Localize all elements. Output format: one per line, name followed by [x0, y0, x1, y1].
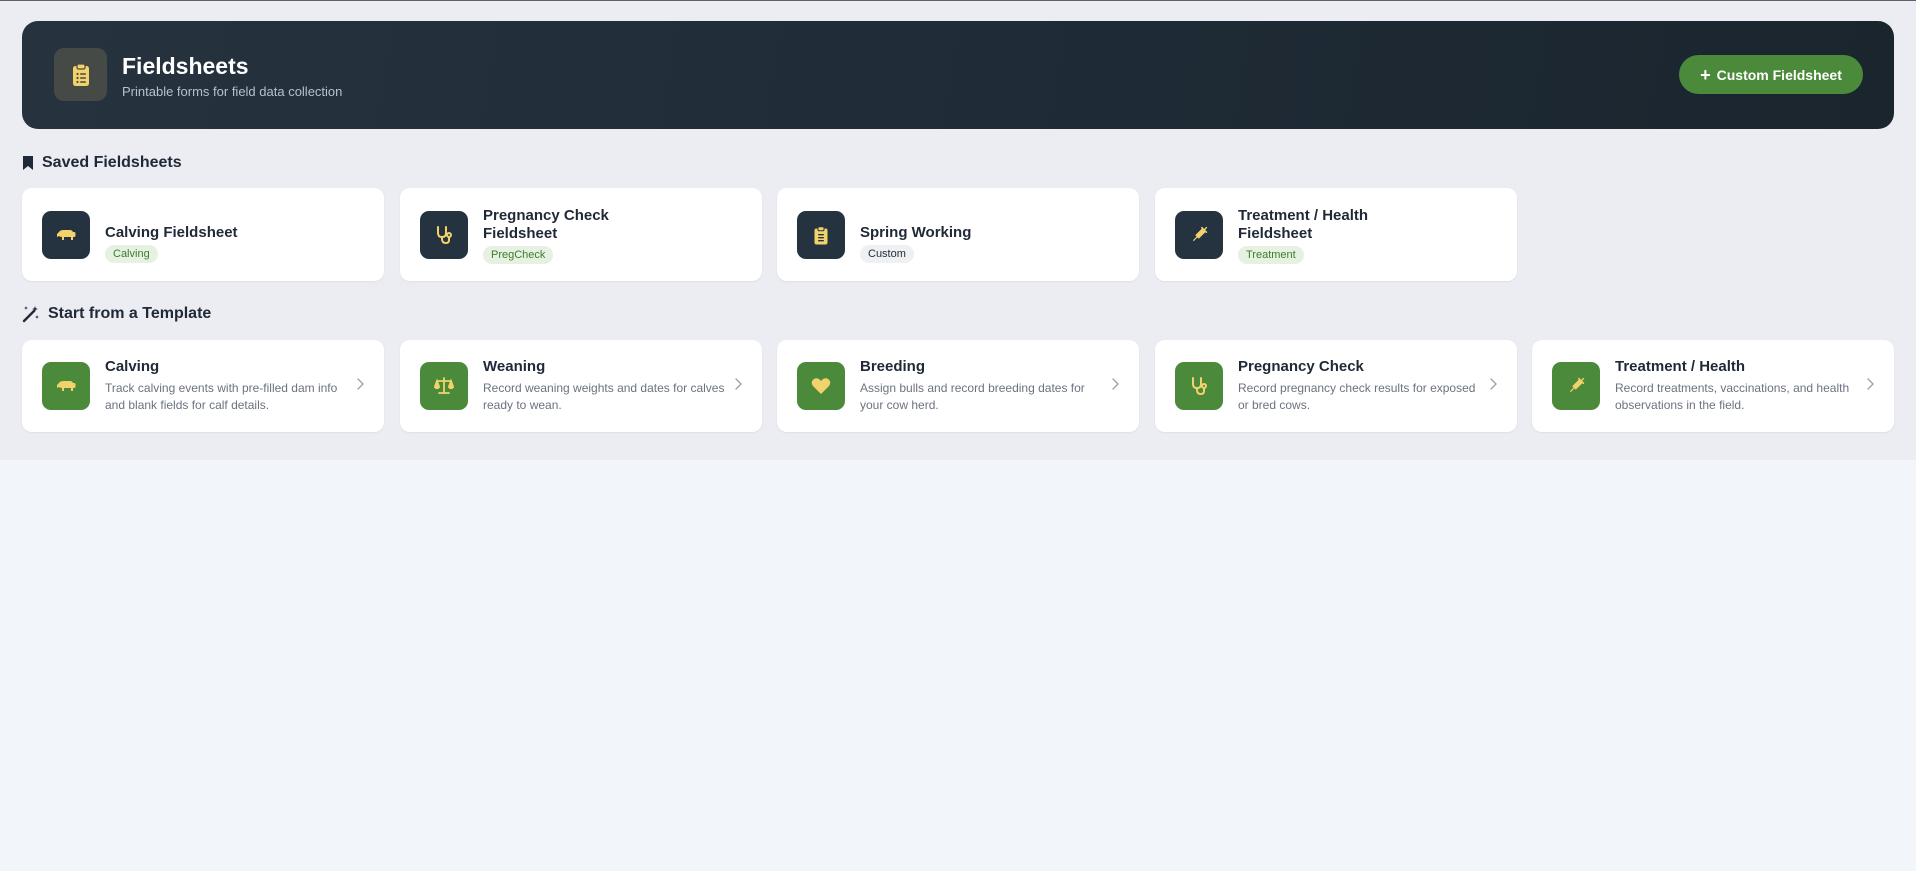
template-title: Weaning [483, 358, 546, 375]
stethoscope-icon [1175, 362, 1223, 410]
syringe-icon [1175, 211, 1223, 259]
title-line-1: Treatment / Health [1238, 207, 1369, 224]
template-title: Breeding [860, 358, 926, 375]
template-description: Assign bulls and record breeding dates f… [860, 381, 1085, 412]
clipboard-icon [797, 211, 845, 259]
template-description: Record treatments, vaccinations, and hea… [1615, 381, 1850, 412]
page-subtitle: Printable forms for field data collectio… [122, 84, 343, 99]
type-badge: Calving [105, 245, 158, 263]
template-description: Record weaning weights and dates for cal… [483, 381, 725, 412]
template-card-breeding[interactable]: Breeding Assign bulls and record breedin… [777, 340, 1139, 432]
template-card-pregcheck[interactable]: Pregnancy Check Record pregnancy check r… [1155, 340, 1517, 432]
custom-fieldsheet-button[interactable]: + Custom Fieldsheet [1679, 55, 1863, 94]
title-line-1: Pregnancy Check [483, 207, 609, 224]
saved-card-title: Spring Working [860, 224, 972, 241]
bookmark-icon [23, 156, 33, 170]
chevron-right-icon [1112, 378, 1119, 390]
cow-icon [42, 362, 90, 410]
template-description: Record pregnancy check results for expos… [1238, 381, 1476, 412]
stethoscope-icon [420, 211, 468, 259]
template-card-calving[interactable]: Calving Track calving events with pre-fi… [22, 340, 384, 432]
saved-card-spring-working[interactable]: Spring Working Custom [777, 188, 1139, 281]
cow-icon [42, 211, 90, 259]
magic-wand-icon [22, 306, 39, 323]
type-badge: Custom [860, 245, 914, 263]
scale-icon [420, 362, 468, 410]
template-card-weaning[interactable]: Weaning Record weaning weights and dates… [400, 340, 762, 432]
chevron-right-icon [357, 378, 364, 390]
chevron-right-icon [1867, 378, 1874, 390]
template-title: Pregnancy Check [1238, 358, 1364, 375]
saved-card-calving[interactable]: Calving Fieldsheet Calving [22, 188, 384, 281]
title-line-2: Fieldsheet [1238, 225, 1313, 242]
syringe-icon [1552, 362, 1600, 410]
custom-fieldsheet-label: Custom Fieldsheet [1716, 66, 1842, 83]
saved-card-title: Pregnancy Check Fieldsheet [483, 207, 609, 243]
chevron-right-icon [735, 378, 742, 390]
saved-card-title: Treatment / Health Fieldsheet [1238, 207, 1368, 243]
template-title: Calving [105, 358, 160, 375]
type-badge: Treatment [1238, 246, 1304, 264]
clipboard-icon [54, 48, 107, 101]
heart-icon [797, 362, 845, 410]
page-title: Fieldsheets [122, 53, 249, 79]
template-section-header: Start from a Template [22, 305, 211, 323]
type-badge: PregCheck [483, 246, 554, 264]
plus-icon: + [1700, 64, 1711, 85]
template-description: Track calving events with pre-filled dam… [105, 381, 338, 412]
template-title: Treatment / Health [1615, 358, 1746, 375]
saved-card-title: Calving Fieldsheet [105, 224, 238, 241]
template-section-title: Start from a Template [48, 305, 212, 322]
page-header: Fieldsheets Printable forms for field da… [22, 21, 1894, 129]
saved-card-treatment[interactable]: Treatment / Health Fieldsheet Treatment [1155, 188, 1517, 281]
chevron-right-icon [1490, 378, 1497, 390]
template-card-treatment[interactable]: Treatment / Health Record treatments, va… [1532, 340, 1894, 432]
saved-section-title: Saved Fieldsheets [42, 154, 182, 171]
saved-card-pregcheck[interactable]: Pregnancy Check Fieldsheet PregCheck [400, 188, 762, 281]
main-content: Fieldsheets Printable forms for field da… [0, 1, 1916, 460]
title-line-2: Fieldsheet [483, 225, 558, 242]
saved-section-header: Saved Fieldsheets [22, 154, 182, 172]
